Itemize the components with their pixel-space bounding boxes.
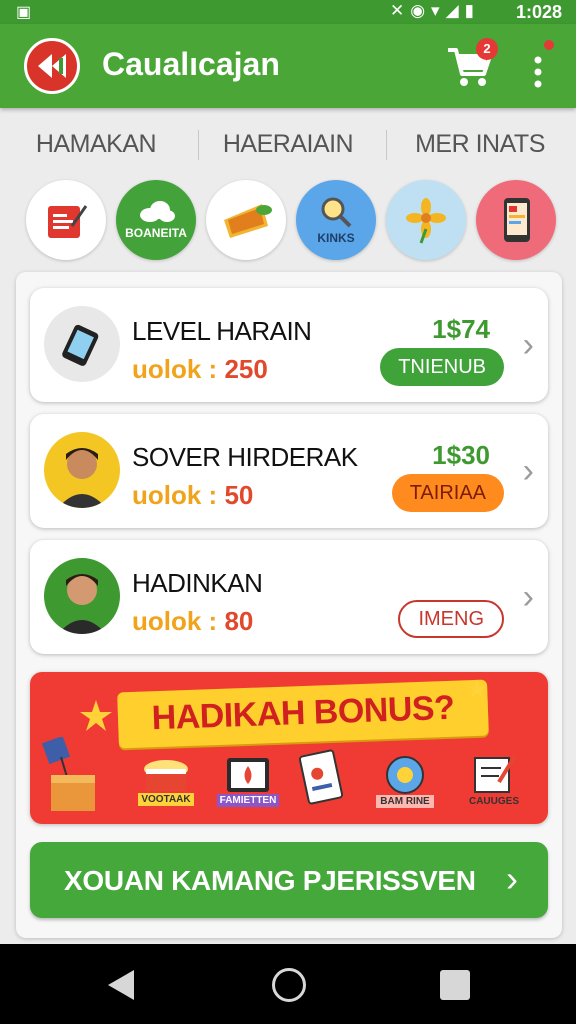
search-icon <box>321 197 352 228</box>
item-price: 1$74 <box>432 314 490 344</box>
status-icons: ✕◉▾◢▮ <box>389 1 480 20</box>
recent-apps-icon[interactable] <box>440 970 470 1000</box>
popcorn-icon: VOOTAAK <box>134 752 198 812</box>
star-icon <box>80 700 112 731</box>
item-name: HADINKAN <box>132 568 263 598</box>
chevron-right-icon: › <box>506 858 518 899</box>
gift-box-icon <box>36 736 106 816</box>
item-action-button[interactable]: TNIENUB <box>380 348 504 386</box>
item-price: 1$30 <box>432 440 490 470</box>
tablet-icon: FAMIETTEN <box>210 752 286 810</box>
item-action-button[interactable]: IMENG <box>398 600 504 638</box>
status-time: 1:028 <box>515 2 562 22</box>
notification-dot <box>544 40 554 50</box>
list-item[interactable]: SOVER HIRDERAK uolok : 50 1$30 TAIRIAA › <box>30 414 548 528</box>
food-icon <box>224 204 272 238</box>
item-subtitle: uolok : 250 <box>132 354 268 384</box>
app-bar: Caualıcajan 2 <box>0 24 576 108</box>
category-phone[interactable] <box>476 180 556 260</box>
star-icon <box>467 679 487 699</box>
person-avatar-icon <box>44 432 120 508</box>
item-action-button[interactable]: TAIRIAA <box>391 474 504 512</box>
item-name: SOVER HIRDERAK <box>132 442 358 472</box>
back-icon[interactable] <box>106 968 136 1007</box>
tab-hamakan[interactable]: HAMAKAN <box>0 116 192 172</box>
category-search[interactable]: KINKS <box>296 180 376 260</box>
home-icon[interactable] <box>272 968 306 1002</box>
app-title: Caualıcajan <box>102 46 280 82</box>
list-item[interactable]: HADINKAN uolok : 80 IMENG › <box>30 540 548 654</box>
tab-divider <box>386 130 387 160</box>
cloud-icon <box>140 201 175 222</box>
badge-icon: BAM RINE <box>366 750 444 812</box>
tab-mer-inats[interactable]: MER INATS <box>384 116 576 172</box>
system-nav-bar <box>0 944 576 1024</box>
status-bar: ▣ ✕◉▾◢▮ 1:028 <box>0 0 576 24</box>
notepad-icon <box>48 205 88 238</box>
tab-bar: HAMAKAN HAERAIAIN MER INATS <box>0 116 576 172</box>
chevron-right-icon[interactable]: › <box>523 452 534 491</box>
card-icon <box>292 746 350 810</box>
category-notepad[interactable] <box>26 180 106 260</box>
notification-icon: ▣ <box>16 4 32 21</box>
cta-label: XOUAN KAMANG PJERISSVEN <box>64 865 476 896</box>
phone-avatar-icon <box>44 306 120 382</box>
bonus-banner[interactable]: HADIKAH BONUS? VOOTAAK FAMIETTEN BAM RIN… <box>30 672 548 824</box>
more-menu-icon[interactable] <box>528 44 552 90</box>
tab-divider <box>198 130 199 160</box>
item-subtitle: uolok : 50 <box>132 480 254 510</box>
category-label: KINKS <box>317 231 355 245</box>
category-flower[interactable] <box>386 180 466 260</box>
category-label: BOANEITA <box>125 226 187 240</box>
tab-haeraiain[interactable]: HAERAIAIN <box>192 116 384 172</box>
flower-icon <box>406 198 446 244</box>
phone-icon <box>504 198 530 242</box>
primary-cta-button[interactable]: XOUAN KAMANG PJERISSVEN › <box>30 842 548 918</box>
chevron-right-icon[interactable]: › <box>523 326 534 365</box>
item-subtitle: uolok : 80 <box>132 606 254 636</box>
category-food[interactable] <box>206 180 286 260</box>
person-avatar-icon <box>44 558 120 634</box>
item-name: LEVEL HARAIN <box>132 316 312 346</box>
chevron-right-icon[interactable]: › <box>523 578 534 617</box>
notes-icon: CAUUGES <box>454 746 534 812</box>
app-logo-icon[interactable] <box>24 38 80 94</box>
category-cloud[interactable]: BOANEITA <box>116 180 196 260</box>
cart-badge: 2 <box>476 38 498 60</box>
list-item[interactable]: LEVEL HARAIN uolok : 250 1$74 TNIENUB › <box>30 288 548 402</box>
